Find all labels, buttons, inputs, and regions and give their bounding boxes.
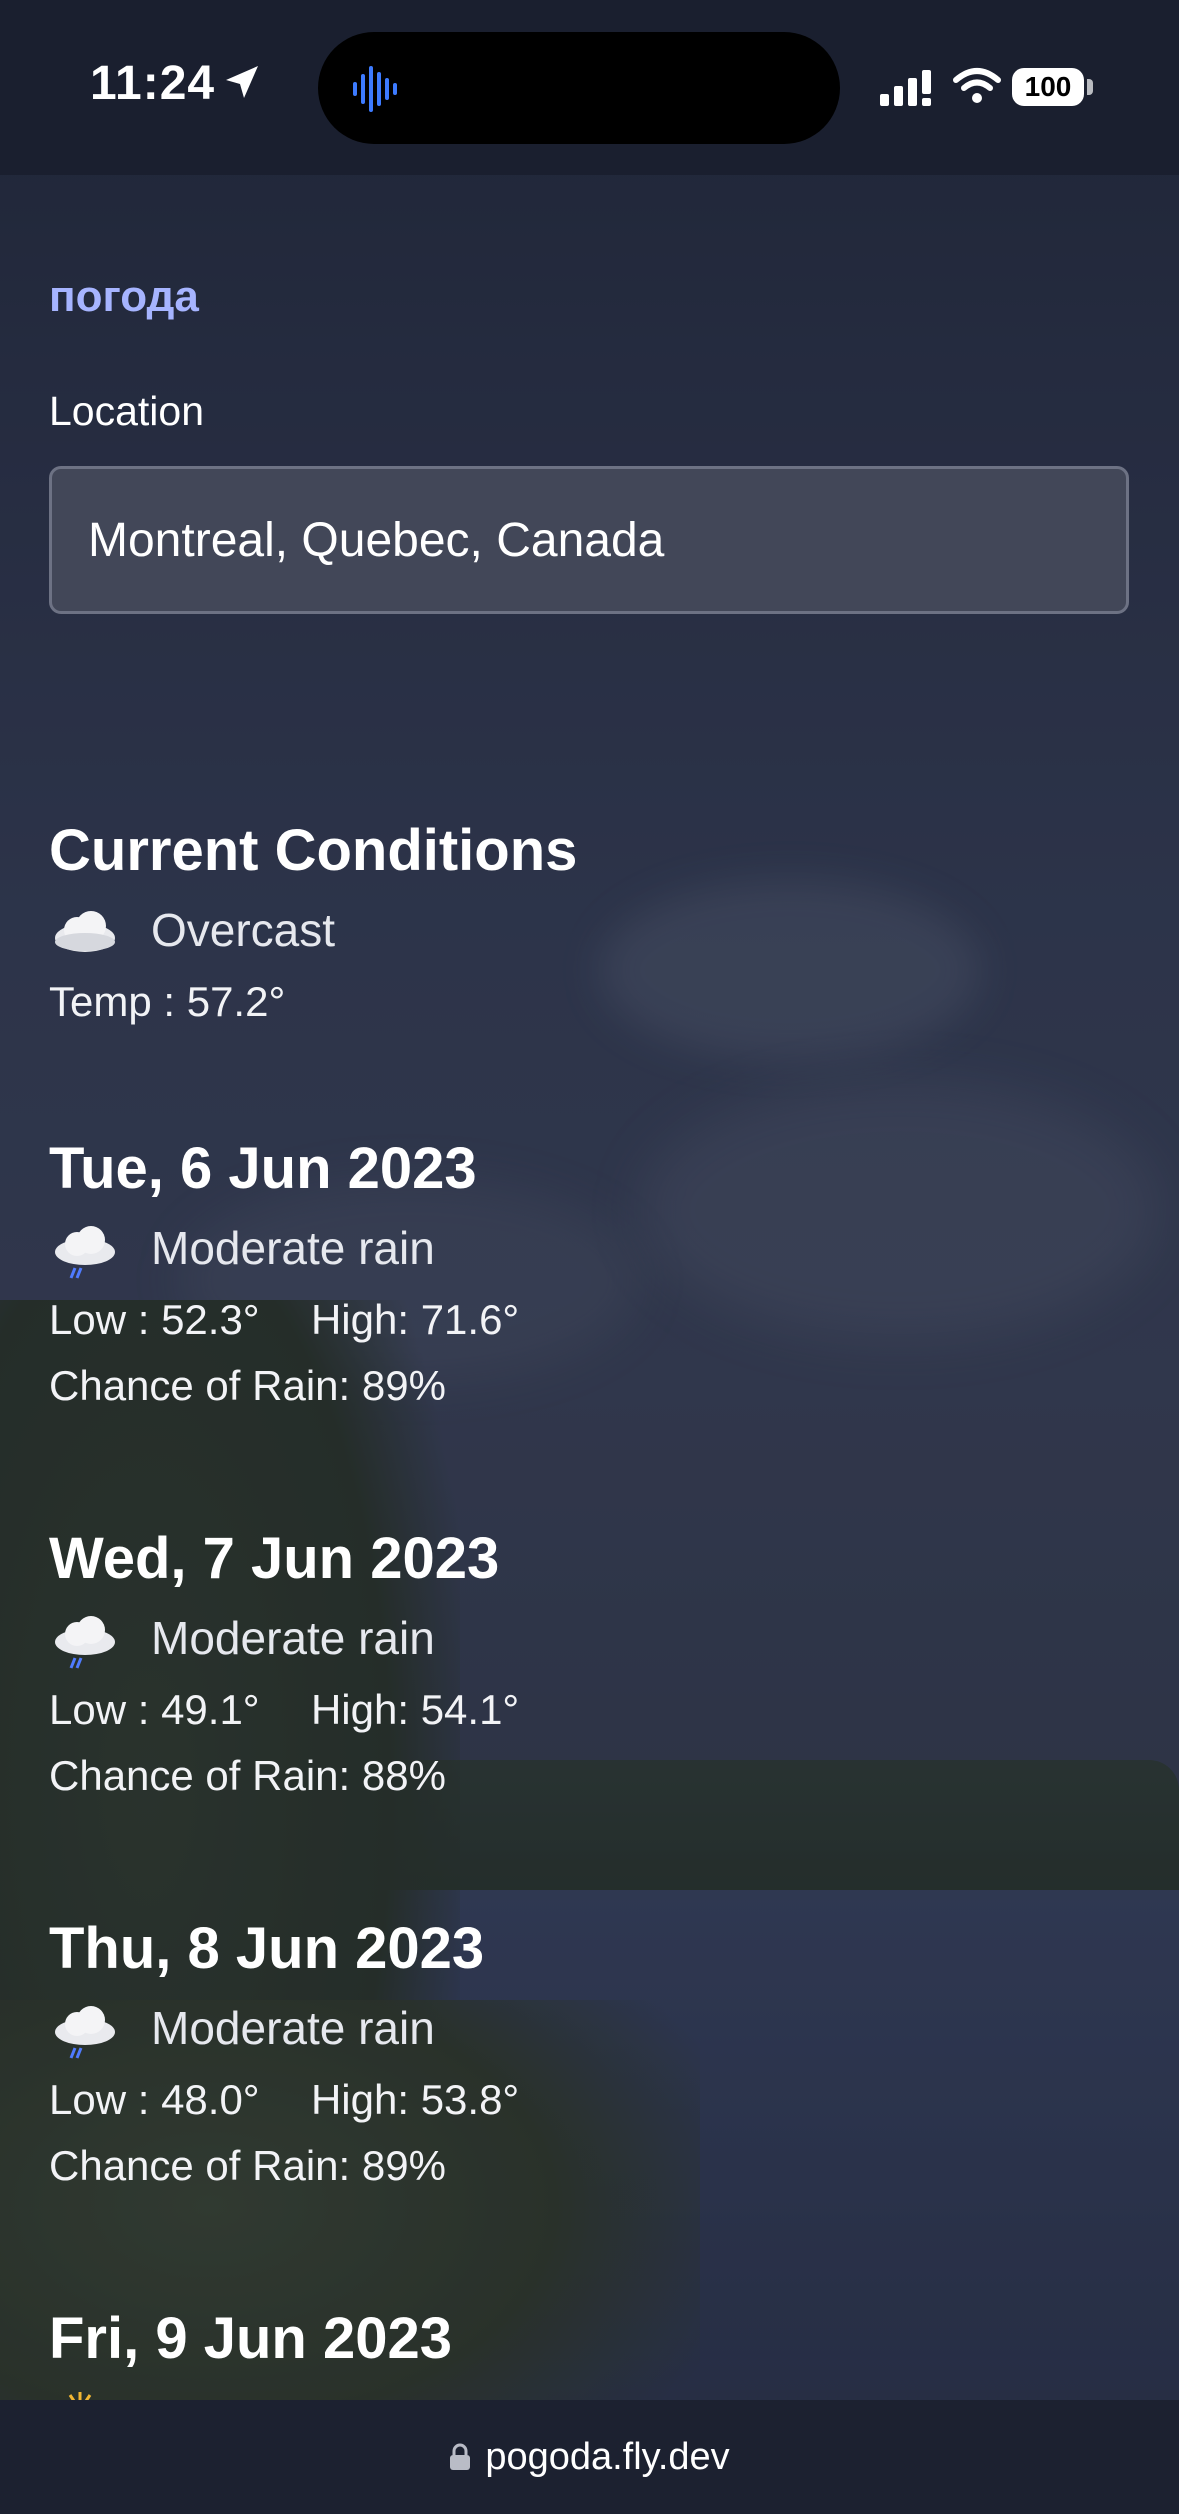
low-label: Low : bbox=[49, 2076, 150, 2123]
forecast-day: Thu, 8 Jun 2023 Moderate rain Low : 48.0… bbox=[49, 1920, 519, 2190]
browser-address-bar[interactable]: pogoda.fly.dev bbox=[0, 2400, 1179, 2514]
browser-url: pogoda.fly.dev bbox=[485, 2435, 730, 2478]
audio-waveform-icon bbox=[353, 66, 397, 112]
rain-label: Chance of Rain: bbox=[49, 1362, 351, 1409]
lock-icon bbox=[450, 2443, 471, 2470]
forecast-date: Thu, 8 Jun 2023 bbox=[49, 1916, 485, 1981]
high-value: 53.8° bbox=[420, 2076, 520, 2123]
forecast-condition-text: Moderate rain bbox=[151, 2002, 435, 2054]
cellular-signal-icon bbox=[880, 70, 931, 106]
forecast-condition-text: Moderate rain bbox=[151, 1222, 435, 1274]
current-conditions: Current Conditions Overcast Temp : 57.2° bbox=[49, 822, 577, 1026]
status-bar: 11:24 100 bbox=[0, 0, 1179, 175]
low-value: 48.0° bbox=[161, 2076, 260, 2123]
forecast-date: Wed, 7 Jun 2023 bbox=[49, 1526, 500, 1591]
battery-tip bbox=[1087, 79, 1093, 95]
temp-value: 57.2° bbox=[186, 978, 286, 1025]
status-time: 11:24 bbox=[90, 57, 216, 110]
forecast-day: Fri, 9 Jun 2023 bbox=[49, 2310, 452, 2368]
high-value: 54.1° bbox=[420, 1686, 520, 1733]
location-arrow-icon bbox=[226, 66, 258, 98]
temp-label: Temp : bbox=[49, 978, 176, 1025]
high-value: 71.6° bbox=[420, 1296, 520, 1343]
high-label: High: bbox=[310, 1686, 410, 1733]
low-value: 49.1° bbox=[161, 1686, 260, 1733]
forecast-condition-text: Moderate rain bbox=[151, 1612, 435, 1664]
rain-label: Chance of Rain: bbox=[49, 2142, 351, 2189]
forecast-day: Wed, 7 Jun 2023 Moderate rain Low : 49.1… bbox=[49, 1530, 519, 1800]
rain-label: Chance of Rain: bbox=[49, 1752, 351, 1799]
high-label: High: bbox=[310, 1296, 410, 1343]
current-condition-text: Overcast bbox=[151, 904, 336, 956]
low-label: Low : bbox=[49, 1296, 150, 1343]
current-conditions-heading: Current Conditions bbox=[49, 818, 578, 883]
low-label: Low : bbox=[49, 1686, 150, 1733]
rain-cloud-icon bbox=[49, 1218, 119, 1279]
forecast-date: Tue, 6 Jun 2023 bbox=[49, 1136, 477, 1201]
wifi-icon bbox=[953, 68, 1001, 103]
location-label: Location bbox=[49, 388, 205, 434]
rain-value: 89% bbox=[361, 1362, 446, 1409]
cloud-icon bbox=[49, 900, 119, 960]
low-value: 52.3° bbox=[161, 1296, 260, 1343]
high-label: High: bbox=[310, 2076, 410, 2123]
battery-indicator: 100 bbox=[1012, 68, 1084, 106]
rain-value: 88% bbox=[361, 1752, 446, 1799]
rain-value: 89% bbox=[361, 2142, 446, 2189]
rain-cloud-icon bbox=[49, 1608, 119, 1669]
page-content: погода Location Current Conditions Overc… bbox=[0, 0, 1179, 2514]
rain-cloud-icon bbox=[49, 1998, 119, 2059]
forecast-day: Tue, 6 Jun 2023 Moderate rain Low : 52.3… bbox=[49, 1140, 519, 1410]
forecast-date: Fri, 9 Jun 2023 bbox=[49, 2306, 452, 2371]
location-input[interactable] bbox=[49, 466, 1129, 614]
brand-link[interactable]: погода bbox=[49, 272, 199, 322]
